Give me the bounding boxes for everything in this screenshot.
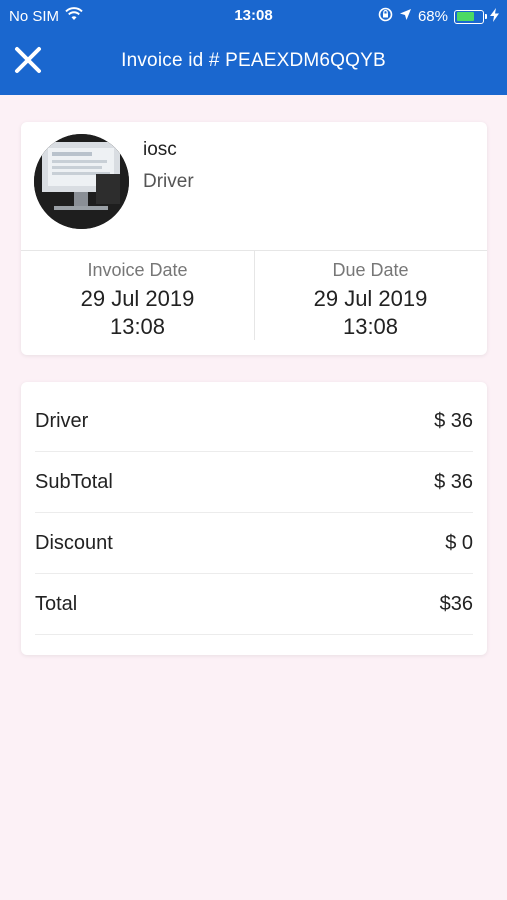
avatar xyxy=(34,134,129,229)
close-icon xyxy=(14,46,42,79)
invoice-date-block: Invoice Date 29 Jul 2019 13:08 xyxy=(21,260,254,341)
due-date-label: Due Date xyxy=(332,260,409,280)
row-value: $ 36 xyxy=(434,470,473,493)
location-icon xyxy=(399,8,412,25)
status-right: 68% xyxy=(378,7,499,26)
orientation-lock-icon xyxy=(378,7,393,26)
user-name: iosc xyxy=(143,139,177,160)
battery-level xyxy=(456,12,474,21)
charging-icon xyxy=(490,7,499,26)
row-label: Driver xyxy=(35,409,89,432)
row-label: Discount xyxy=(35,531,113,554)
totals-card: Driver $ 36 SubTotal $ 36 Discount $ 0 T… xyxy=(21,382,487,655)
profile-card: iosc Driver Invoice Date 29 Jul 2019 13:… xyxy=(21,122,487,355)
battery-percent: 68% xyxy=(417,8,448,25)
row-value: $ 0 xyxy=(445,531,473,554)
close-button[interactable] xyxy=(10,44,46,80)
due-time-value: 13:08 xyxy=(342,314,399,339)
row-label: Total xyxy=(35,592,78,615)
list-item: Total $36 xyxy=(35,574,473,635)
user-role: Driver xyxy=(143,171,194,192)
due-date-block: Due Date 29 Jul 2019 13:08 xyxy=(254,260,487,341)
invoice-date-label: Invoice Date xyxy=(87,260,188,280)
row-value: $36 xyxy=(439,592,473,615)
list-item: Discount $ 0 xyxy=(35,513,473,574)
list-item: Driver $ 36 xyxy=(35,391,473,452)
invoice-date-value: 29 Jul 2019 xyxy=(80,286,195,311)
row-value: $ 36 xyxy=(434,409,473,432)
nav-bar: Invoice id # PEAEXDM6QQYB xyxy=(0,32,507,95)
page-title: Invoice id # PEAEXDM6QQYB xyxy=(121,50,386,71)
battery-icon xyxy=(454,9,487,24)
due-date-value: 29 Jul 2019 xyxy=(313,286,428,311)
invoice-time-value: 13:08 xyxy=(109,314,166,339)
row-label: SubTotal xyxy=(35,470,113,493)
status-bar: No SIM 13:08 68% xyxy=(0,0,507,32)
app-header: No SIM 13:08 68% Invoice id # PEAEXDM6QQ… xyxy=(0,0,507,95)
list-item: SubTotal $ 36 xyxy=(35,452,473,513)
